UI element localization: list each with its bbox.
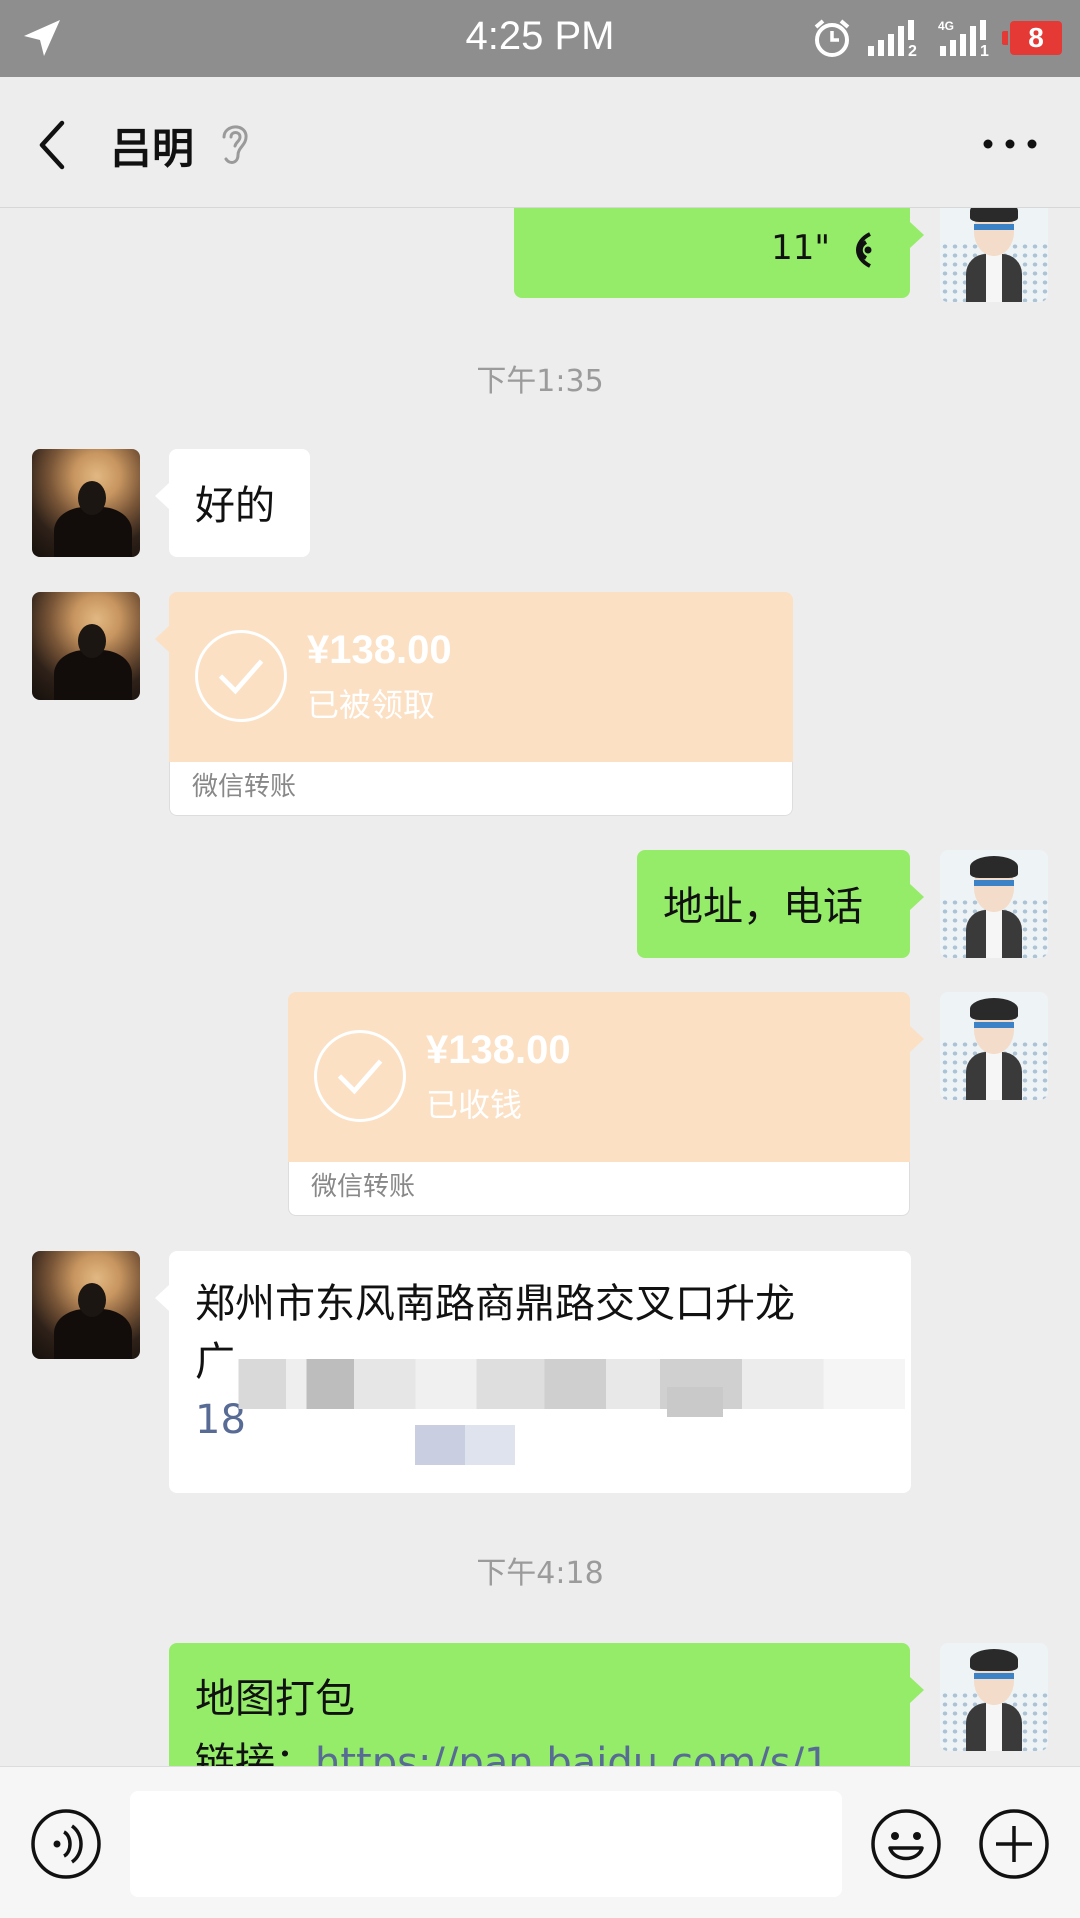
address-line: 郑州市东风南路商鼎路交叉口升龙	[195, 1281, 795, 1327]
transfer-message[interactable]: ¥138.00 已收钱 微信转账	[288, 992, 924, 1216]
chat-area[interactable]: 11" 下午1:35 好的 ¥138.00 已被领取 微信转账 地址，电话 ¥1…	[0, 208, 1080, 1766]
redaction-mosaic	[375, 1425, 575, 1465]
link-message[interactable]: 地图打包 链接：https://pan.baidu.com/s/1	[169, 1643, 924, 1766]
text-message[interactable]: 地址，电话	[637, 850, 924, 958]
my-avatar[interactable]	[940, 1643, 1048, 1751]
input-bar	[0, 1766, 1080, 1918]
transfer-status: 已被领取	[307, 686, 436, 724]
plus-icon[interactable]	[978, 1808, 1050, 1880]
timestamp: 下午1:35	[476, 364, 604, 399]
back-icon[interactable]	[30, 115, 80, 175]
sim2-label: 1	[980, 43, 989, 58]
contact-avatar[interactable]	[32, 449, 140, 557]
my-avatar[interactable]	[940, 850, 1048, 958]
timestamp: 下午4:18	[476, 1556, 604, 1591]
my-avatar[interactable]	[940, 208, 1048, 302]
text-message[interactable]: 好的	[155, 449, 310, 557]
voice-wave-icon	[856, 232, 872, 268]
battery-icon: 8	[1002, 21, 1062, 55]
address-message[interactable]: 郑州市东风南路商鼎路交叉口升龙 广 18	[155, 1251, 911, 1493]
signal-icon: 2	[868, 20, 917, 58]
package-link-label: 链接：	[195, 1740, 315, 1766]
status-bar: 4:25 PM 2 4G 1 8	[0, 0, 1080, 77]
emoji-icon[interactable]	[870, 1808, 942, 1880]
transfer-status: 已收钱	[426, 1086, 523, 1124]
message-text: 地址，电话	[663, 884, 863, 930]
status-icons: 2 4G 1 8	[812, 16, 1062, 60]
message-text: 好的	[195, 483, 275, 529]
redaction-mosaic	[667, 1387, 723, 1417]
voice-input-icon[interactable]	[30, 1808, 102, 1880]
signal-4g-icon: 4G 1	[938, 19, 989, 58]
alarm-icon	[814, 19, 850, 57]
sim2-network-label: 4G	[938, 19, 954, 33]
ear-icon	[222, 125, 248, 164]
transfer-message[interactable]: ¥138.00 已被领取 微信转账	[169, 592, 793, 816]
check-circle-icon	[314, 1030, 406, 1122]
message-input[interactable]	[130, 1791, 842, 1897]
transfer-amount: ¥138.00	[426, 1028, 571, 1072]
transfer-footer: 微信转账	[169, 762, 793, 816]
transfer-amount: ¥138.00	[307, 628, 452, 672]
transfer-footer: 微信转账	[288, 1162, 910, 1216]
contact-avatar[interactable]	[32, 592, 140, 700]
my-avatar[interactable]	[940, 992, 1048, 1100]
more-icon[interactable]	[980, 132, 1040, 156]
check-circle-icon	[195, 630, 287, 722]
package-link[interactable]: https://pan.baidu.com/s/1	[315, 1740, 830, 1766]
contact-name: 吕明	[110, 124, 195, 173]
contact-avatar[interactable]	[32, 1251, 140, 1359]
voice-duration: 11"	[771, 228, 830, 268]
package-title: 地图打包	[195, 1676, 355, 1722]
voice-message[interactable]: 11"	[514, 208, 924, 298]
redaction-mosaic	[225, 1359, 905, 1409]
package-link-row: 链接：https://pan.baidu.com/s/1	[195, 1731, 884, 1766]
chat-header: 吕明	[0, 77, 1080, 208]
sim1-label: 2	[908, 43, 917, 58]
